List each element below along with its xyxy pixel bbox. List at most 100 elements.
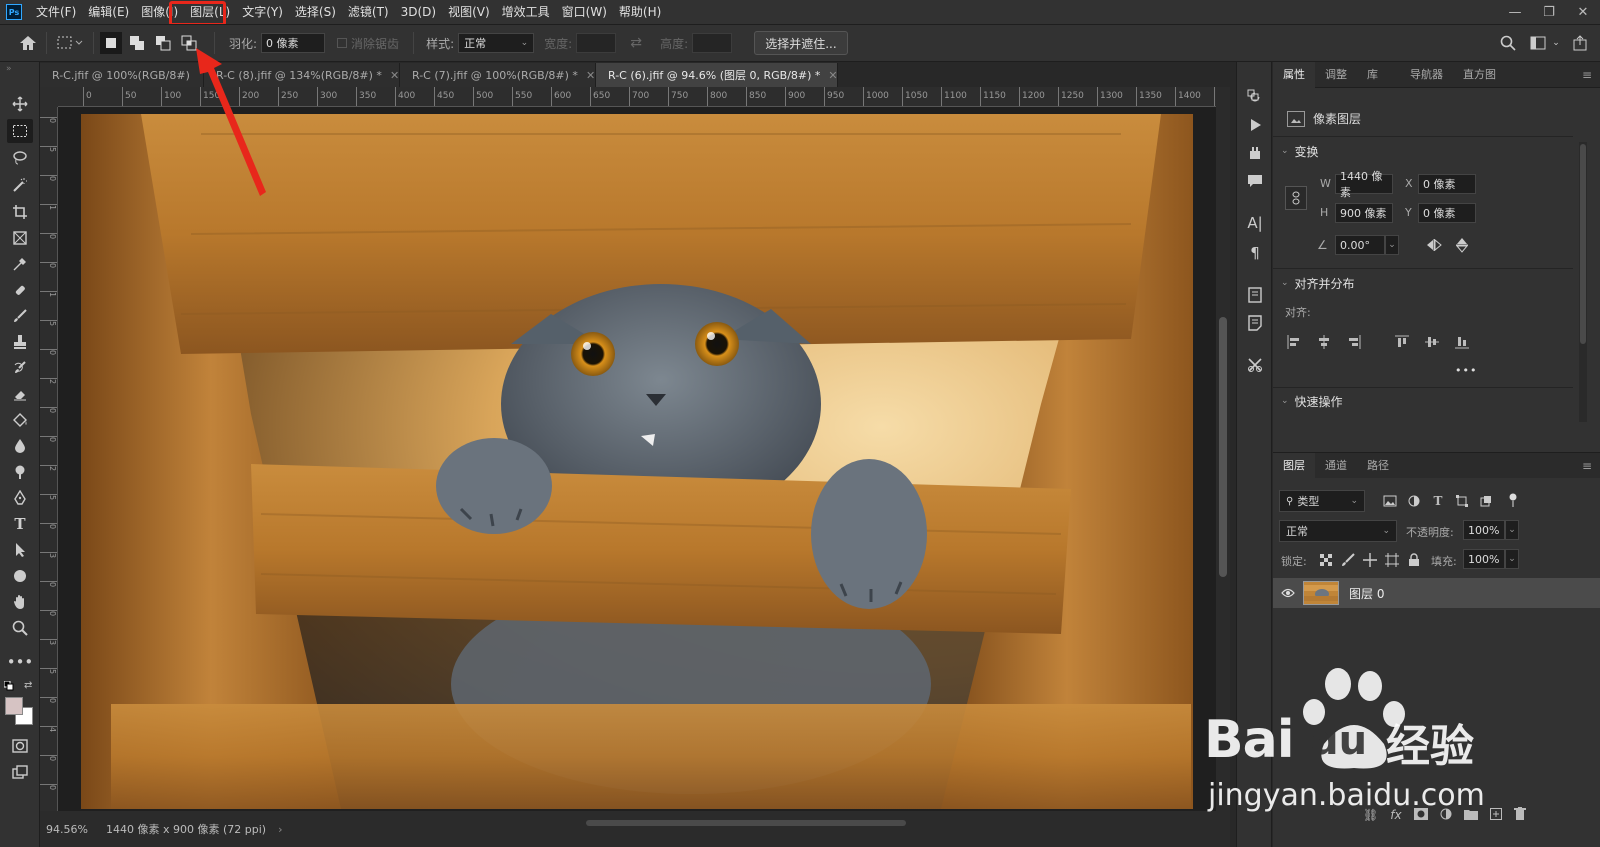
filter-smart-object-icon[interactable] [1475,491,1497,511]
tab-histogram[interactable]: 直方图 [1453,62,1506,88]
marquee-preset-icon[interactable] [53,31,87,55]
collapse-icon[interactable]: » [6,64,12,74]
close-icon[interactable]: ✕ [828,69,837,82]
add-mask-icon[interactable] [1413,807,1428,823]
eraser-tool-icon[interactable] [7,382,33,406]
blur-tool-icon[interactable] [7,434,33,458]
history-icon[interactable] [1243,86,1267,108]
menu-3d[interactable]: 3D(D) [395,0,442,24]
document-tab[interactable]: R-C (7).jfif @ 100%(RGB/8#) * ✕ [400,63,596,87]
width-field[interactable]: 1440 像素 [1335,170,1393,199]
quick-mask-icon[interactable] [7,734,33,758]
home-icon[interactable] [16,31,40,55]
menu-view[interactable]: 视图(V) [442,0,496,24]
swap-colors-icon[interactable]: ⇄ [24,680,32,691]
filter-adjustment-icon[interactable] [1403,491,1425,511]
move-tool-icon[interactable] [7,92,33,116]
horizontal-scrollbar[interactable] [286,818,1206,828]
height-field[interactable]: 900 像素 [1335,203,1393,223]
eye-icon[interactable] [1273,588,1303,598]
ellipse-tool-icon[interactable] [7,564,33,588]
scroll-thumb[interactable] [586,820,906,826]
lock-position-icon[interactable] [1359,550,1381,570]
foreground-color-swatch[interactable] [5,697,23,715]
minimize-button[interactable]: — [1498,0,1532,24]
tab-libraries[interactable]: 库 [1357,62,1388,88]
chevron-down-icon[interactable]: ⌄ [1385,235,1399,255]
lock-all-icon[interactable] [1403,550,1425,570]
blend-mode-select[interactable]: 正常 ⌄ [1279,520,1397,542]
more-tools-icon[interactable]: ••• [7,650,34,674]
lock-artboard-icon[interactable] [1381,550,1403,570]
search-icon[interactable] [1496,31,1520,55]
chevron-down-icon[interactable]: ⌄ [1505,549,1519,569]
align-right-icon[interactable] [1343,332,1365,352]
dodge-tool-icon[interactable] [7,460,33,484]
transform-section-header[interactable]: ⌄ 变换 [1281,139,1319,163]
properties-scrollbar[interactable] [1579,142,1587,422]
eyedropper-tool-icon[interactable] [7,252,33,276]
align-section-header[interactable]: ⌄ 对齐并分布 [1281,271,1355,295]
lasso-tool-icon[interactable] [7,146,33,170]
width-input[interactable] [576,33,617,53]
tab-properties[interactable]: 属性 [1273,61,1315,88]
document-image[interactable] [81,114,1193,809]
layer-name[interactable]: 图层 0 [1349,585,1384,602]
lock-pixels-icon[interactable] [1337,550,1359,570]
more-options-button[interactable]: ••• [1455,364,1477,377]
height-input[interactable] [692,33,733,53]
chevron-down-icon[interactable]: ⌄ [1550,31,1562,55]
menu-type[interactable]: 文字(Y) [236,0,289,24]
actions-play-icon[interactable] [1243,114,1267,136]
menu-filter[interactable]: 滤镜(T) [342,0,395,24]
menu-file[interactable]: 文件(F) [30,0,82,24]
frame-tool-icon[interactable] [7,226,33,250]
zoom-tool-icon[interactable] [7,616,33,640]
menu-select[interactable]: 选择(S) [289,0,342,24]
character-icon[interactable]: A| [1243,212,1267,234]
align-bottom-icon[interactable] [1451,332,1473,352]
libraries-icon[interactable] [1243,284,1267,306]
clone-stamp-tool-icon[interactable] [7,330,33,354]
link-icon[interactable] [1285,186,1307,210]
pen-tool-icon[interactable] [7,486,33,510]
default-colors-icon[interactable] [3,680,14,691]
y-field[interactable]: 0 像素 [1418,203,1476,223]
screen-mode-icon[interactable] [7,760,33,784]
rectangular-marquee-tool-icon[interactable] [7,119,33,143]
crop-tool-icon[interactable] [7,200,33,224]
x-field[interactable]: 0 像素 [1418,174,1476,194]
magic-wand-tool-icon[interactable] [7,173,33,197]
close-icon[interactable]: ✕ [586,69,595,82]
filter-shape-icon[interactable] [1451,491,1473,511]
align-top-icon[interactable] [1391,332,1413,352]
chevron-down-icon[interactable]: ⌄ [1505,520,1519,540]
swap-icon[interactable]: ⇄ [624,31,648,55]
filter-type-icon[interactable]: T [1427,491,1449,511]
status-menu-arrow[interactable]: › [278,823,282,836]
filter-pixel-icon[interactable] [1379,491,1401,511]
vertical-ruler[interactable]: 0 5 0 1 0 0 1 5 0 2 0 0 2 5 0 3 0 0 3 5 0 4 0 0 [40,107,58,811]
tab-paths[interactable]: 路径 [1357,453,1399,479]
align-hcenter-icon[interactable] [1313,332,1335,352]
path-selection-tool-icon[interactable] [7,538,33,562]
delete-layer-icon[interactable] [1513,807,1526,823]
tab-adjustments[interactable]: 调整 [1315,62,1357,88]
document-info[interactable]: 1440 像素 x 900 像素 (72 ppi) [106,821,266,837]
type-tool-icon[interactable]: T [7,512,33,536]
opacity-field[interactable]: 100% [1463,520,1505,540]
close-icon[interactable]: ✕ [390,69,399,82]
document-tab-active[interactable]: R-C (6).jfif @ 94.6% (图层 0, RGB/8#) * ✕ [596,63,838,87]
select-and-mask-button[interactable]: 选择并遮住... [754,31,848,55]
share-icon[interactable] [1568,31,1592,55]
angle-field[interactable]: 0.00° [1335,235,1385,255]
healing-brush-tool-icon[interactable] [7,278,33,302]
flip-horizontal-icon[interactable] [1423,235,1445,255]
flip-vertical-icon[interactable] [1451,235,1473,255]
filter-toggle-icon[interactable] [1509,493,1517,507]
notes-icon[interactable] [1243,312,1267,334]
tab-layers[interactable]: 图层 [1273,452,1315,479]
workspace-icon[interactable] [1526,31,1550,55]
menu-window[interactable]: 窗口(W) [556,0,613,24]
layer-row[interactable]: 图层 0 [1273,578,1600,608]
